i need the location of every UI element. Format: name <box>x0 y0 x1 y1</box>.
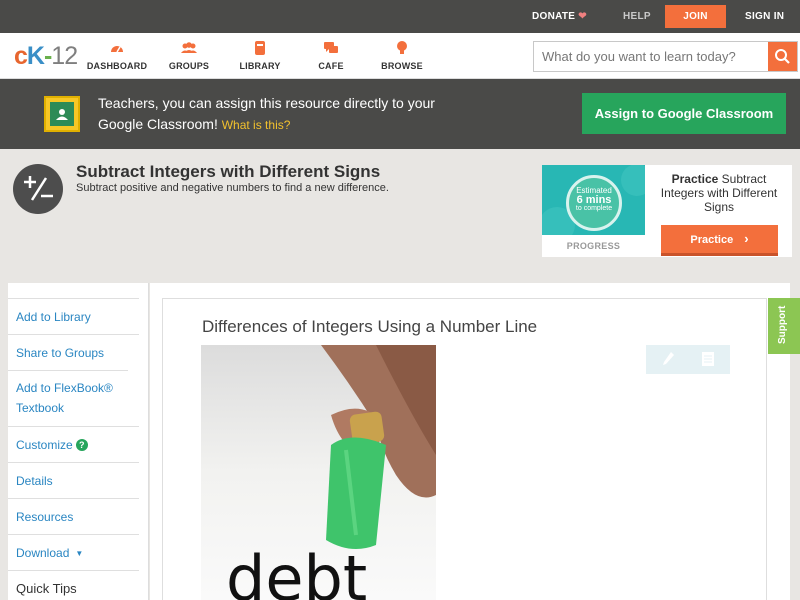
sidebar-item-customize[interactable]: Customize? <box>8 426 139 463</box>
sidebar-item-share-to-groups[interactable]: Share to Groups <box>8 334 139 371</box>
content-tools <box>646 345 730 374</box>
nav-groups[interactable]: GROUPS <box>149 40 229 71</box>
estimate-badge: Estimated 6 mins to complete <box>566 175 622 231</box>
plus-minus-icon <box>13 164 63 214</box>
download-label: Download <box>16 546 70 560</box>
gauge-icon <box>111 46 123 53</box>
nav-library[interactable]: LIBRARY <box>220 40 300 71</box>
heart-icon: ❤ <box>578 11 587 22</box>
practice-title-bold: Practice <box>671 172 719 186</box>
google-classroom-banner: Teachers, you can assign this resource d… <box>0 79 800 149</box>
library-icon <box>255 41 265 55</box>
sidebar-item-add-to-library[interactable]: Add to Library <box>8 298 139 335</box>
join-button[interactable]: JOIN <box>665 5 726 28</box>
nav-cafe-label: CAFE <box>318 61 344 71</box>
nav-dashboard-label: DASHBOARD <box>86 61 148 71</box>
donate-label: DONATE <box>532 11 576 22</box>
pencil-icon[interactable] <box>661 351 675 367</box>
estimate-complete: to complete <box>575 205 613 212</box>
nav-cafe[interactable]: CAFE <box>291 40 371 71</box>
sidebar-item-download[interactable]: Download ▼ <box>8 534 139 571</box>
page-subtitle: Subtract positive and negative numbers t… <box>76 182 389 194</box>
page-title: Subtract Integers with Different Signs <box>76 162 381 181</box>
svg-text:debt: debt <box>226 542 367 600</box>
lesson-image: debt <box>201 345 436 600</box>
sidebar-item-add-to-flexbook[interactable]: Add to FlexBook® Textbook <box>8 370 128 426</box>
nav-browse-label: BROWSE <box>381 61 423 71</box>
lightbulb-icon <box>397 41 407 54</box>
donate-link[interactable]: DONATE ❤ <box>532 0 587 33</box>
logo-num: 12 <box>51 42 78 70</box>
help-icon[interactable]: ? <box>75 439 88 451</box>
search-icon <box>775 49 790 64</box>
logo-k: K <box>26 42 45 70</box>
help-link[interactable]: HELP <box>623 0 651 33</box>
sign-in-link[interactable]: SIGN IN <box>745 0 784 33</box>
nav-groups-label: GROUPS <box>168 61 210 71</box>
caret-down-icon: ▼ <box>75 549 84 558</box>
top-bar: DONATE ❤ HELP JOIN SIGN IN <box>0 0 800 33</box>
content-title: Differences of Integers Using a Number L… <box>202 317 538 336</box>
chat-icon <box>324 42 338 53</box>
progress-label: PROGRESS <box>566 241 621 251</box>
nav-dashboard[interactable]: DASHBOARD <box>77 40 157 71</box>
what-is-this-link[interactable]: What is this? <box>222 118 291 132</box>
assign-google-classroom-button[interactable]: Assign to Google Classroom <box>582 93 786 134</box>
group-icon <box>181 42 197 53</box>
sidebar: Add to Library Share to Groups Add to Fl… <box>8 283 149 600</box>
notes-icon[interactable] <box>700 351 716 367</box>
chevron-right-icon: › <box>744 231 749 246</box>
practice-card: Estimated 6 mins to complete PROGRESS Pr… <box>542 165 792 257</box>
main-nav: cK-12 DASHBOARD GROUPS LIBRARY CAFE BROW… <box>0 33 800 79</box>
practice-button[interactable]: Practice › <box>661 225 778 256</box>
support-tab[interactable]: Support <box>768 298 800 354</box>
practice-button-label: Practice <box>690 234 734 246</box>
search-input[interactable] <box>534 42 770 71</box>
banner-message: Teachers, you can assign this resource d… <box>98 93 468 136</box>
nav-library-label: LIBRARY <box>239 61 281 71</box>
search-box <box>533 41 798 72</box>
logo-c: c <box>14 42 28 70</box>
practice-art: Estimated 6 mins to complete <box>542 165 645 235</box>
practice-title: Practice Subtract Integers with Differen… <box>654 172 784 214</box>
sidebar-quick-tips[interactable]: Quick Tips <box>8 570 139 600</box>
sidebar-item-details[interactable]: Details <box>8 462 139 499</box>
customize-label: Customize <box>16 438 73 452</box>
google-classroom-icon <box>44 96 80 132</box>
ck12-logo[interactable]: cK-12 <box>14 42 78 71</box>
search-button[interactable] <box>768 42 797 71</box>
estimate-mins: 6 mins <box>576 194 612 206</box>
nav-browse[interactable]: BROWSE <box>362 40 442 71</box>
sidebar-item-resources[interactable]: Resources <box>8 498 139 535</box>
support-label: Support <box>777 305 788 344</box>
